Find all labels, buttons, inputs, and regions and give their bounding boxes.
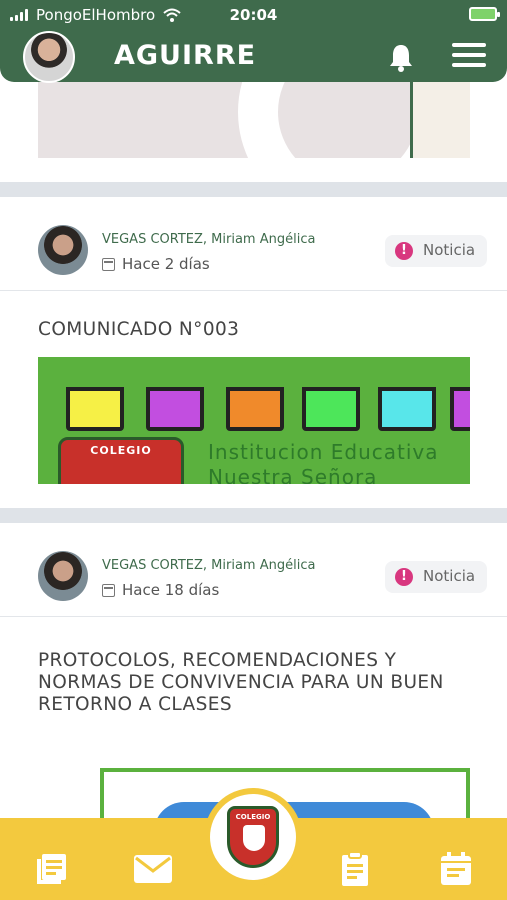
post-image <box>38 82 470 158</box>
post-card[interactable]: VEGAS CORTEZ, Miriam Angélica Hace 18 dí… <box>0 523 507 833</box>
category-badge[interactable]: ! Noticia <box>385 235 487 267</box>
post-date: Hace 2 días <box>122 255 210 273</box>
status-bar: PongoElHombro 20:04 <box>0 0 507 30</box>
post-header: VEGAS CORTEZ, Miriam Angélica Hace 18 dí… <box>0 523 507 617</box>
alert-icon: ! <box>395 242 413 260</box>
calendar-icon[interactable] <box>438 851 474 887</box>
banner-text: Institucion Educativa <box>208 440 439 464</box>
post-header: VEGAS CORTEZ, Miriam Angélica Hace 2 día… <box>0 197 507 291</box>
avatar[interactable] <box>23 31 75 83</box>
calendar-icon <box>102 258 115 271</box>
author-avatar <box>38 551 88 601</box>
school-logo-button[interactable]: COLEGIO <box>204 788 302 886</box>
school-crest-icon <box>410 82 470 158</box>
post-title[interactable]: PROTOCOLOS, RECOMENDACIONES Y NORMAS DE … <box>38 650 478 716</box>
bell-icon[interactable] <box>388 42 414 72</box>
author-name: VEGAS CORTEZ, Miriam Angélica <box>102 558 316 573</box>
author-name: VEGAS CORTEZ, Miriam Angélica <box>102 232 316 247</box>
clipboard-icon[interactable] <box>337 851 373 887</box>
category-badge[interactable]: ! Noticia <box>385 561 487 593</box>
mail-icon[interactable] <box>133 851 173 887</box>
post-title[interactable]: COMUNICADO N°003 <box>38 319 239 341</box>
page-title: AGUIRRE <box>114 40 257 71</box>
school-crest-icon: COLEGIO <box>58 437 184 484</box>
post-card[interactable]: VEGAS CORTEZ, Miriam Angélica Hace 2 día… <box>0 197 507 508</box>
menu-icon[interactable] <box>452 43 486 69</box>
battery-icon <box>469 7 500 21</box>
post-image[interactable]: Institucion Educativa Nuestra Señora COL… <box>38 357 470 484</box>
status-time: 20:04 <box>229 6 278 24</box>
banner-text: Nuestra Señora <box>208 465 378 484</box>
post-date: Hace 18 días <box>122 581 220 599</box>
news-icon[interactable] <box>34 851 70 887</box>
school-logo: COLEGIO <box>227 806 279 868</box>
calendar-icon <box>102 584 115 597</box>
badge-label: Noticia <box>423 567 476 585</box>
author-avatar <box>38 225 88 275</box>
alert-icon: ! <box>395 568 413 586</box>
top-bar: PongoElHombro 20:04 AGUIRRE <box>0 0 507 83</box>
badge-label: Noticia <box>423 241 476 259</box>
